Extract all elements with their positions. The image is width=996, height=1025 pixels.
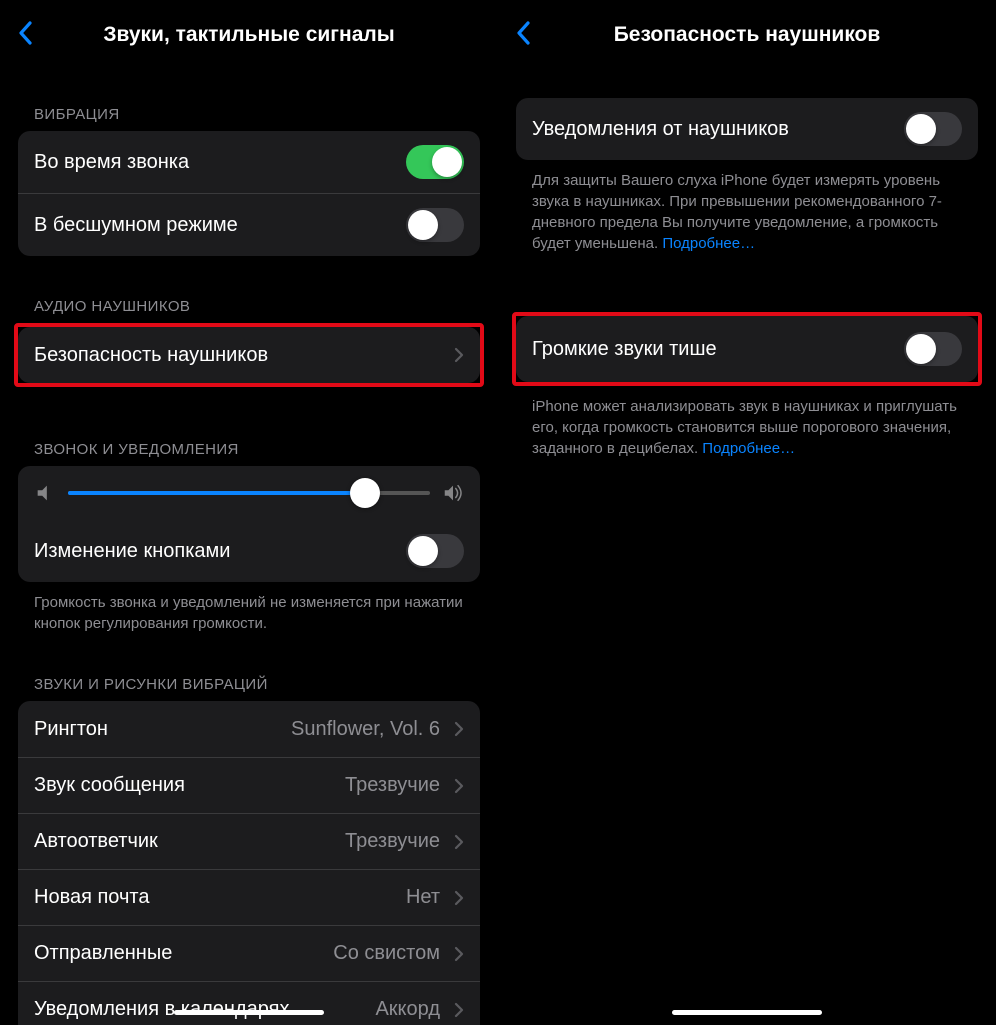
page-title: Безопасность наушников — [614, 23, 881, 47]
pane-headphone-safety: Безопасность наушников Уведомления от на… — [498, 0, 996, 1025]
row-value: Трезвучие — [345, 774, 440, 797]
row-value: Со свистом — [333, 942, 440, 965]
navbar-left: Звуки, тактильные сигналы — [0, 0, 498, 60]
chevron-right-icon — [454, 1002, 464, 1018]
toggle-reduce-loud[interactable] — [904, 332, 962, 366]
chevron-right-icon — [454, 946, 464, 962]
row-label: Громкие звуки тише — [532, 338, 904, 361]
chevron-left-icon — [18, 21, 32, 45]
footer-note-ringer: Громкость звонка и уведомлений не изменя… — [34, 592, 464, 634]
group-vibration: Во время звонка В бесшумном режиме — [18, 131, 480, 256]
row-sent-mail[interactable]: Отправленные Со свистом — [18, 925, 480, 981]
pane-sounds: Звуки, тактильные сигналы ВИБРАЦИЯ Во вр… — [0, 0, 498, 1025]
content-left: ВИБРАЦИЯ Во время звонка В бесшумном реж… — [0, 60, 498, 1025]
toggle-vibrate-silent[interactable] — [406, 208, 464, 242]
row-label: Безопасность наушников — [34, 344, 446, 367]
chevron-right-icon — [454, 347, 464, 363]
row-value: Аккорд — [375, 998, 440, 1021]
group-headphone-notifications: Уведомления от наушников — [516, 98, 978, 160]
row-label: Во время звонка — [34, 151, 406, 174]
chevron-right-icon — [454, 834, 464, 850]
row-value: Трезвучие — [345, 830, 440, 853]
toggle-headphone-notifications[interactable] — [904, 112, 962, 146]
speaker-high-icon — [442, 482, 464, 504]
row-label: В бесшумном режиме — [34, 214, 406, 237]
group-reduce-loud: Громкие звуки тише — [516, 316, 978, 382]
highlight-headphone-safety: Безопасность наушников — [14, 323, 484, 387]
row-change-with-buttons[interactable]: Изменение кнопками — [18, 520, 480, 582]
chevron-right-icon — [454, 778, 464, 794]
group-headphone-safety: Безопасность наушников — [18, 327, 480, 383]
row-calendar-alerts[interactable]: Уведомления в календарях Аккорд — [18, 981, 480, 1025]
toggle-vibrate-ring[interactable] — [406, 145, 464, 179]
row-value: Нет — [406, 886, 440, 909]
chevron-right-icon — [454, 721, 464, 737]
row-label: Отправленные — [34, 942, 333, 965]
speaker-low-icon — [34, 482, 56, 504]
row-label: Автоответчик — [34, 830, 345, 853]
page-title: Звуки, тактильные сигналы — [103, 23, 394, 47]
section-header-headphone-audio: АУДИО НАУШНИКОВ — [34, 298, 480, 315]
footer-note-reduce: iPhone может анализировать звук в наушни… — [532, 396, 962, 459]
row-label: Звук сообщения — [34, 774, 345, 797]
chevron-right-icon — [454, 890, 464, 906]
row-label: Изменение кнопками — [34, 540, 406, 563]
chevron-left-icon — [516, 21, 530, 45]
row-text-tone[interactable]: Звук сообщения Трезвучие — [18, 757, 480, 813]
footer-note-notifications: Для защиты Вашего слуха iPhone будет изм… — [532, 170, 962, 254]
row-ringtone[interactable]: Рингтон Sunflower, Vol. 6 — [18, 701, 480, 757]
section-header-vibration: ВИБРАЦИЯ — [34, 106, 480, 123]
row-label: Новая почта — [34, 886, 406, 909]
row-value: Sunflower, Vol. 6 — [291, 718, 440, 741]
home-indicator[interactable] — [174, 1010, 324, 1015]
learn-more-link[interactable]: Подробнее… — [702, 440, 795, 457]
row-label: Рингтон — [34, 718, 291, 741]
row-reduce-loud-sounds[interactable]: Громкие звуки тише — [516, 316, 978, 382]
row-voicemail[interactable]: Автоответчик Трезвучие — [18, 813, 480, 869]
row-new-mail[interactable]: Новая почта Нет — [18, 869, 480, 925]
home-indicator[interactable] — [672, 1010, 822, 1015]
row-vibrate-on-silent[interactable]: В бесшумном режиме — [18, 193, 480, 256]
row-volume-slider[interactable] — [18, 466, 480, 520]
row-headphone-notifications[interactable]: Уведомления от наушников — [516, 98, 978, 160]
row-headphone-safety[interactable]: Безопасность наушников — [18, 327, 480, 383]
highlight-reduce-loud: Громкие звуки тише — [512, 312, 982, 386]
back-button[interactable] — [14, 18, 36, 48]
learn-more-link[interactable]: Подробнее… — [662, 235, 755, 252]
volume-slider[interactable] — [68, 491, 430, 495]
content-right: Уведомления от наушников Для защиты Ваше… — [498, 60, 996, 1025]
section-header-sounds-patterns: ЗВУКИ И РИСУНКИ ВИБРАЦИЙ — [34, 676, 480, 693]
back-button[interactable] — [512, 18, 534, 48]
group-ringer: Изменение кнопками — [18, 466, 480, 582]
row-vibrate-on-ring[interactable]: Во время звонка — [18, 131, 480, 193]
toggle-change-buttons[interactable] — [406, 534, 464, 568]
navbar-right: Безопасность наушников — [498, 0, 996, 60]
group-sounds-patterns: Рингтон Sunflower, Vol. 6 Звук сообщения… — [18, 701, 480, 1025]
section-header-ringer: ЗВОНОК И УВЕДОМЛЕНИЯ — [34, 441, 480, 458]
row-label: Уведомления от наушников — [532, 118, 904, 141]
